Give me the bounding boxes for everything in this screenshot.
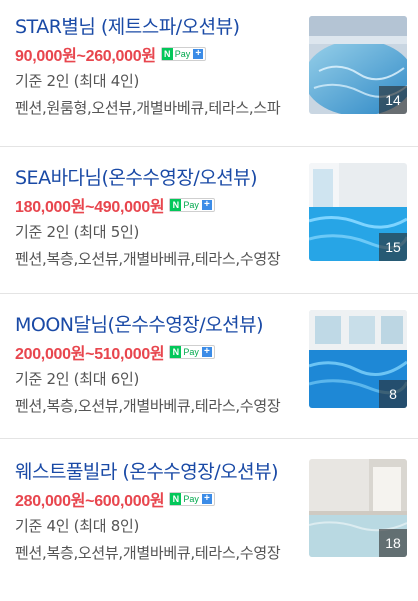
naver-pay-badge: N Pay + [169,492,215,506]
room-info: STAR별님 (제트스파/오션뷰) 90,000원~260,000원 N Pay… [15,14,295,119]
plus-icon: + [193,49,204,59]
price-range: 280,000원~600,000원 [15,493,165,510]
naver-pay-badge: N Pay + [169,198,215,212]
price-range: 90,000원~260,000원 [15,48,156,65]
room-name-link[interactable]: SEA바다님(온수수영장/오션뷰) [15,165,295,191]
capacity: 기준 4인 (최대 8인) [15,517,139,535]
room-tags: 펜션,원룸형,오션뷰,개별바베큐,테라스,스파 [15,99,281,117]
naver-pay-label: Pay [183,494,199,504]
room-info: SEA바다님(온수수영장/오션뷰) 180,000원~490,000원 N Pa… [15,165,295,270]
photo-count: 8 [379,380,407,408]
room-thumbnail[interactable]: 14 [309,16,407,114]
list-item[interactable]: STAR별님 (제트스파/오션뷰) 90,000원~260,000원 N Pay… [0,0,418,147]
plus-icon: + [201,200,212,210]
naver-pay-label: Pay [183,347,199,357]
naver-pay-label: Pay [174,49,191,59]
plus-icon: + [201,347,212,357]
price-range: 180,000원~490,000원 [15,199,165,216]
list-item[interactable]: 웨스트풀빌라 (온수수영장/오션뷰) 280,000원~600,000원 N P… [0,439,418,601]
room-tags: 펜션,복층,오션뷰,개별바베큐,테라스,수영장 [15,544,281,562]
room-info: MOON달님(온수수영장/오션뷰) 200,000원~510,000원 N Pa… [15,312,295,417]
naver-pay-badge: N Pay + [160,47,207,61]
room-tags: 펜션,복층,오션뷰,개별바베큐,테라스,수영장 [15,397,281,415]
room-thumbnail[interactable]: 15 [309,163,407,261]
price-row: 280,000원~600,000원 N Pay + [15,488,295,510]
photo-count: 15 [379,233,407,261]
naver-pay-icon: N [161,48,173,60]
capacity: 기준 2인 (최대 6인) [15,370,139,388]
naver-pay-icon: N [170,493,182,505]
room-name-link[interactable]: 웨스트풀빌라 (온수수영장/오션뷰) [15,459,295,485]
room-list: STAR별님 (제트스파/오션뷰) 90,000원~260,000원 N Pay… [0,0,418,601]
photo-count: 18 [379,529,407,557]
naver-pay-label: Pay [183,200,199,210]
capacity: 기준 2인 (최대 5인) [15,223,139,241]
room-thumbnail[interactable]: 8 [309,310,407,408]
list-item[interactable]: SEA바다님(온수수영장/오션뷰) 180,000원~490,000원 N Pa… [0,147,418,294]
price-range: 200,000원~510,000원 [15,346,165,363]
naver-pay-icon: N [170,346,182,358]
list-item[interactable]: MOON달님(온수수영장/오션뷰) 200,000원~510,000원 N Pa… [0,294,418,439]
price-row: 180,000원~490,000원 N Pay + [15,194,295,216]
price-row: 90,000원~260,000원 N Pay + [15,43,295,65]
room-thumbnail[interactable]: 18 [309,459,407,557]
capacity: 기준 2인 (최대 4인) [15,72,139,90]
naver-pay-icon: N [170,199,182,211]
plus-icon: + [201,494,212,504]
photo-count: 14 [379,86,407,114]
room-name-link[interactable]: STAR별님 (제트스파/오션뷰) [15,14,295,40]
room-info: 웨스트풀빌라 (온수수영장/오션뷰) 280,000원~600,000원 N P… [15,459,295,564]
naver-pay-badge: N Pay + [169,345,215,359]
room-name-link[interactable]: MOON달님(온수수영장/오션뷰) [15,312,295,338]
price-row: 200,000원~510,000원 N Pay + [15,341,295,363]
room-tags: 펜션,복층,오션뷰,개별바베큐,테라스,수영장 [15,250,281,268]
